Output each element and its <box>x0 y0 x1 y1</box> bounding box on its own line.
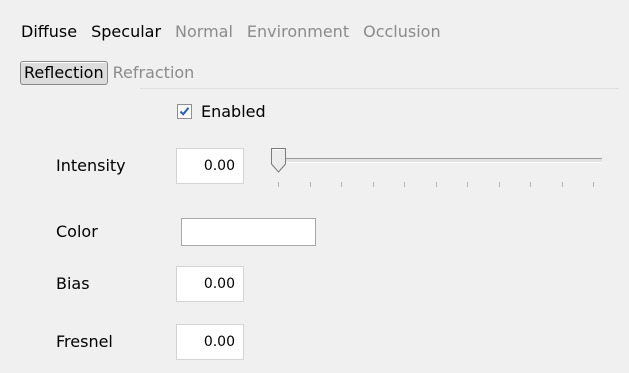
color-swatch-input[interactable] <box>181 218 316 246</box>
bias-label: Bias <box>56 274 90 293</box>
color-label: Color <box>56 222 98 241</box>
checkmark-icon <box>179 106 190 116</box>
slider-tick <box>372 182 374 187</box>
slider-tick <box>309 182 311 187</box>
fresnel-label: Fresnel <box>56 332 113 351</box>
enabled-checkbox-row[interactable]: Enabled <box>177 100 266 122</box>
slider-tick <box>593 182 594 187</box>
bias-input[interactable]: 0.00 <box>176 266 244 302</box>
tab-specular[interactable]: Specular <box>88 21 164 43</box>
slider-tick <box>467 182 468 187</box>
intensity-input[interactable]: 0.00 <box>176 148 244 184</box>
tab-normal[interactable]: Normal <box>172 21 236 43</box>
slider-thumb-icon[interactable] <box>270 147 287 174</box>
slider-tick <box>404 182 405 187</box>
slider-tick <box>561 182 563 187</box>
slider-tick <box>530 182 531 187</box>
slider-track <box>278 158 602 163</box>
tab-environment[interactable]: Environment <box>244 21 352 43</box>
enabled-label: Enabled <box>201 101 266 121</box>
tab-reflection[interactable]: Reflection <box>20 61 108 85</box>
slider-tick <box>498 182 500 187</box>
slider-tick <box>435 182 437 187</box>
intensity-label: Intensity <box>56 156 126 175</box>
tab-occlusion[interactable]: Occlusion <box>360 21 443 43</box>
fresnel-input[interactable]: 0.00 <box>176 324 244 360</box>
tab-refraction[interactable]: Refraction <box>113 62 198 84</box>
material-tab-row-2: Reflection Refraction <box>20 59 205 87</box>
enabled-checkbox[interactable] <box>177 103 192 119</box>
tab-diffuse[interactable]: Diffuse <box>21 21 80 43</box>
intensity-slider[interactable] <box>270 146 602 190</box>
material-tab-row-1: Diffuse Specular Normal Environment Occl… <box>21 18 452 46</box>
reflection-settings-panel: Diffuse Specular Normal Environment Occl… <box>0 0 629 373</box>
slider-tick <box>278 182 279 187</box>
slider-tick <box>341 182 342 187</box>
tab-divider <box>140 88 619 89</box>
